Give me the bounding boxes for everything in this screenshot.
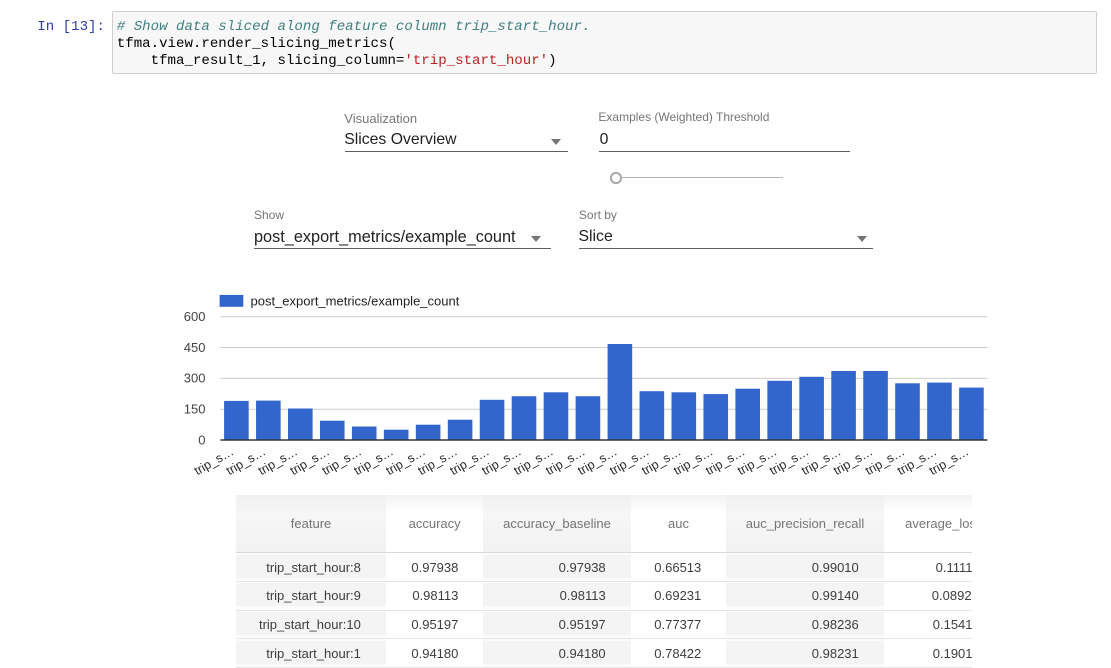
svg-text:600: 600: [184, 309, 206, 324]
svg-text:0: 0: [198, 432, 205, 447]
svg-text:post_export_metrics/example_co: post_export_metrics/example_count: [251, 293, 460, 308]
svg-text:150: 150: [184, 402, 206, 417]
svg-text:450: 450: [184, 340, 206, 355]
svg-text:300: 300: [184, 371, 206, 386]
